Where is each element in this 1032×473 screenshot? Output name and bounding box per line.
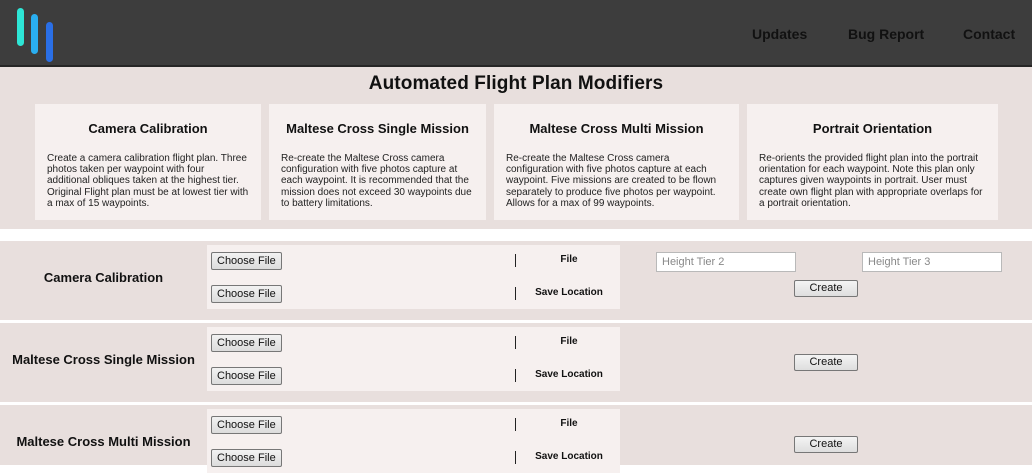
info-card-maltese-cross-single: Maltese Cross Single Mission Re-create t…	[269, 104, 486, 220]
separator	[515, 451, 516, 464]
file-panel: Choose File File Choose File Save Locati…	[207, 245, 620, 309]
choose-file-button[interactable]: Choose File	[211, 416, 282, 434]
section-maltese-cross-single: Maltese Cross Single Mission Choose File…	[0, 323, 1032, 402]
hero-section: Automated Flight Plan Modifiers Camera C…	[0, 67, 1032, 229]
card-title: Maltese Cross Single Mission	[286, 121, 469, 136]
page-title: Automated Flight Plan Modifiers	[368, 73, 664, 94]
card-title: Camera Calibration	[88, 121, 208, 136]
card-title: Maltese Cross Multi Mission	[529, 121, 704, 136]
separator	[515, 418, 516, 431]
file-label: File	[560, 336, 578, 347]
create-button[interactable]: Create	[794, 280, 858, 297]
info-card-portrait-orientation: Portrait Orientation Re-orients the prov…	[747, 104, 998, 220]
card-description: Re-create the Maltese Cross camera confi…	[281, 153, 472, 209]
save-location-label: Save Location	[535, 369, 603, 380]
card-description: Create a camera calibration flight plan.…	[47, 153, 249, 209]
save-location-label: Save Location	[535, 287, 603, 298]
top-navbar: Updates Bug Report Contact	[0, 0, 1032, 67]
save-location-label: Save Location	[535, 451, 603, 462]
file-panel: Choose File File Choose File Save Locati…	[207, 327, 620, 391]
choose-save-location-button[interactable]: Choose File	[211, 285, 282, 303]
choose-file-button[interactable]: Choose File	[211, 334, 282, 352]
create-button[interactable]: Create	[794, 436, 858, 453]
info-card-maltese-cross-multi: Maltese Cross Multi Mission Re-create th…	[494, 104, 739, 220]
nav-link-updates[interactable]: Updates	[752, 26, 807, 42]
separator	[515, 287, 516, 300]
info-card-camera-calibration: Camera Calibration Create a camera calib…	[35, 104, 261, 220]
create-button[interactable]: Create	[794, 354, 858, 371]
file-label: File	[560, 418, 578, 429]
separator	[515, 369, 516, 382]
section-title: Maltese Cross Multi Mission	[16, 434, 191, 449]
choose-save-location-button[interactable]: Choose File	[211, 449, 282, 467]
separator	[515, 254, 516, 267]
section-title: Maltese Cross Single Mission	[12, 352, 195, 367]
height-tier-2-input[interactable]	[656, 252, 796, 272]
file-panel: Choose File File Choose File Save Locati…	[207, 409, 620, 473]
file-label: File	[560, 254, 578, 265]
section-maltese-cross-multi: Maltese Cross Multi Mission Choose File …	[0, 405, 1032, 473]
choose-file-button[interactable]: Choose File	[211, 252, 282, 270]
nav-link-bug-report[interactable]: Bug Report	[848, 26, 924, 42]
choose-save-location-button[interactable]: Choose File	[211, 367, 282, 385]
card-title: Portrait Orientation	[812, 121, 933, 136]
app-logo-icon[interactable]	[14, 6, 62, 64]
nav-link-contact[interactable]: Contact	[963, 26, 1015, 42]
separator	[515, 336, 516, 349]
card-description: Re-create the Maltese Cross camera confi…	[506, 153, 717, 209]
card-description: Re-orients the provided flight plan into…	[759, 153, 983, 209]
section-camera-calibration: Camera Calibration Choose File File Choo…	[0, 241, 1032, 320]
section-title: Camera Calibration	[43, 270, 164, 285]
height-tier-3-input[interactable]	[862, 252, 1002, 272]
